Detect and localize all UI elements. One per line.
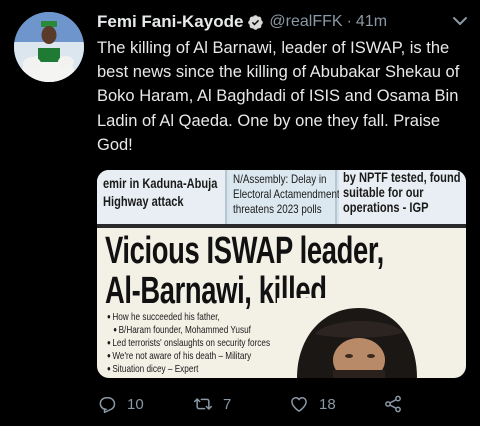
chevron-down-icon[interactable] (452, 14, 468, 26)
like-count: 18 (319, 395, 336, 413)
strip-story-1: emir in Kaduna-Abuja Highway attack (97, 170, 227, 224)
strip-story-2-line-2: Electoral Actamendment (233, 187, 340, 201)
retweet-button[interactable]: 7 (193, 392, 231, 416)
newspaper-bullets: How he succeeded his father, B/Haram fou… (107, 311, 287, 376)
newspaper-bullet: Situation dicey – Expert (107, 363, 247, 376)
tweet[interactable]: Femi Fani-Kayode @realFFK · 41m The kill… (0, 0, 480, 426)
newspaper-divider (97, 224, 466, 228)
tweet-actions: 10 7 18 (97, 392, 417, 416)
newspaper-bullet: We're not aware of his death – Military (107, 350, 251, 363)
strip-story-3-line-2: suitable for our (343, 185, 424, 200)
heart-icon (291, 397, 307, 412)
newspaper-bullet: Led terrorists' onslaughts on security f… (107, 337, 270, 350)
avatar[interactable] (14, 12, 84, 82)
retweet-icon (193, 398, 213, 410)
strip-story-3: by NPTF tested, found suitable for our o… (339, 170, 466, 224)
reply-icon (99, 397, 116, 414)
strip-story-2: N/Assembly: Delay in Electoral Actamendm… (229, 170, 340, 224)
avatar-image (14, 12, 84, 82)
author-name[interactable]: Femi Fani-Kayode (97, 12, 243, 32)
newspaper-portrait-photo (277, 298, 427, 378)
verified-badge-icon (247, 14, 264, 31)
share-button[interactable] (383, 392, 413, 416)
strip-story-3-line-1: by NPTF tested, found (343, 170, 461, 185)
strip-story-3-line-3: operations - IGP (343, 200, 429, 215)
retweet-count: 7 (223, 395, 232, 413)
newspaper-bullet: How he succeeded his father, (107, 311, 247, 324)
reply-count: 10 (127, 395, 144, 413)
timestamp[interactable]: 41m (356, 13, 387, 31)
strip-story-1-line-2: Highway attack (103, 194, 184, 209)
share-icon (385, 395, 401, 413)
newspaper-top-strip: emir in Kaduna-Abuja Highway attack N/As… (97, 170, 466, 224)
strip-story-2-line-3: threatens 2023 polls (233, 202, 322, 216)
newspaper-headline-line-1: Vicious ISWAP leader, (105, 230, 384, 272)
like-button[interactable]: 18 (289, 392, 336, 416)
reply-button[interactable]: 10 (97, 392, 144, 416)
strip-story-2-line-1: N/Assembly: Delay in (233, 172, 327, 186)
newspaper-bullet: B/Haram founder, Mohammed Yusuf (107, 324, 251, 337)
separator-dot: · (346, 13, 352, 30)
author-handle[interactable]: @realFFK (269, 13, 342, 31)
tweet-header: Femi Fani-Kayode @realFFK · 41m (97, 10, 387, 34)
tweet-media-image[interactable]: emir in Kaduna-Abuja Highway attack N/As… (97, 170, 466, 378)
strip-story-1-line-1: emir in Kaduna-Abuja (103, 176, 218, 191)
tweet-text: The killing of Al Barnawi, leader of ISW… (97, 39, 460, 154)
